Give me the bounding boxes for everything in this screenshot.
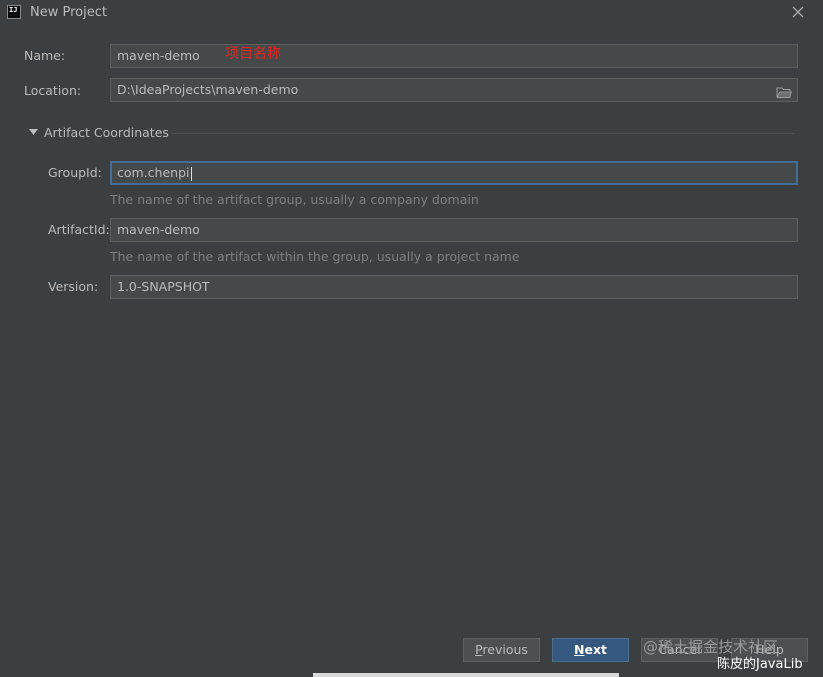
version-label: Version: — [48, 279, 99, 294]
artifact-id-hint: The name of the artifact within the grou… — [110, 249, 520, 264]
name-annotation: 项目名称 — [225, 46, 281, 62]
intellij-app-icon: IJ — [7, 5, 21, 19]
version-value: 1.0-SNAPSHOT — [117, 279, 210, 294]
group-id-hint: The name of the artifact group, usually … — [110, 192, 479, 207]
artifact-id-label: ArtifactId: — [48, 222, 110, 237]
folder-icon[interactable] — [776, 84, 793, 106]
bottom-edge-bar — [313, 673, 619, 677]
group-id-value: com.chenpi — [117, 165, 190, 180]
title-bar: IJ New Project — [0, 0, 823, 26]
location-label: Location: — [24, 83, 82, 98]
location-input[interactable]: D:\IdeaProjects\maven-demo — [110, 78, 798, 102]
name-input[interactable]: maven-demo — [110, 44, 798, 68]
close-icon[interactable] — [789, 3, 807, 21]
window-title: New Project — [30, 5, 107, 20]
artifact-coordinates-label: Artifact Coordinates — [44, 125, 169, 140]
artifact-id-input[interactable]: maven-demo — [110, 218, 798, 242]
artifact-id-value: maven-demo — [117, 222, 200, 237]
location-value: D:\IdeaProjects\maven-demo — [117, 82, 299, 97]
version-input[interactable]: 1.0-SNAPSHOT — [110, 275, 798, 299]
text-caret — [190, 166, 192, 181]
group-id-input[interactable]: com.chenpi — [110, 161, 798, 185]
name-value: maven-demo — [117, 48, 200, 63]
group-id-label: GroupId: — [48, 165, 102, 180]
previous-button[interactable]: Previous — [463, 638, 540, 662]
watermark-author: 陈皮的JavaLib — [717, 657, 803, 672]
section-divider — [172, 133, 795, 134]
name-label: Name: — [24, 48, 66, 63]
next-button[interactable]: Next — [552, 638, 629, 662]
triangle-down-icon — [29, 129, 38, 135]
